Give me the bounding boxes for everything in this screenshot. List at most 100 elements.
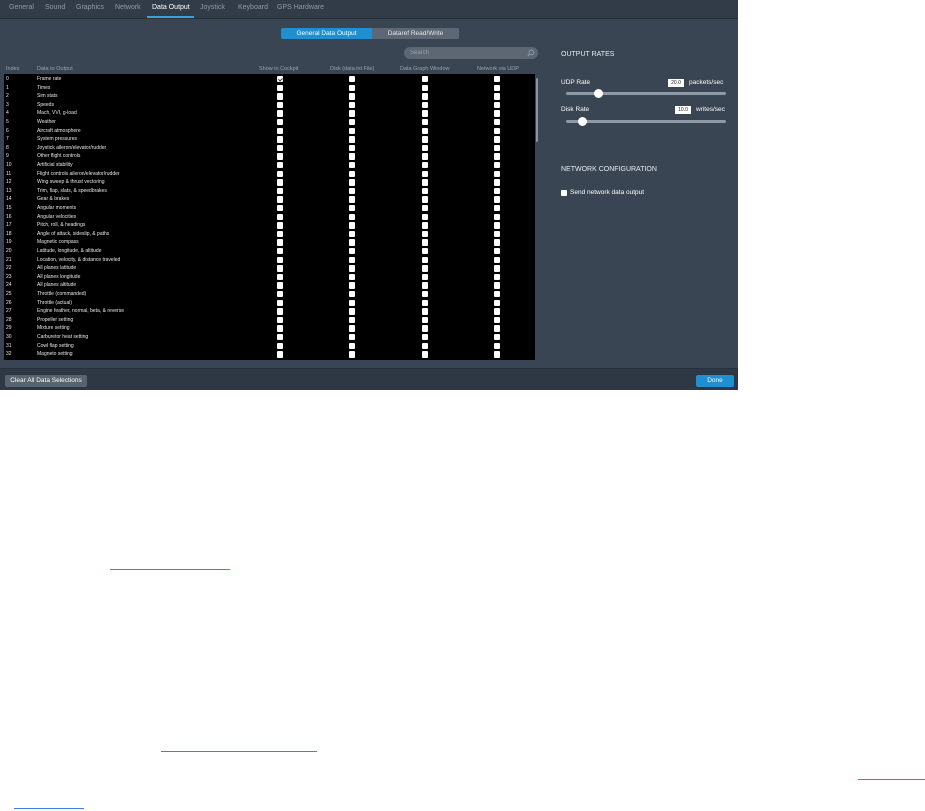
disk-checkbox[interactable] bbox=[349, 144, 355, 152]
cockpit-checkbox[interactable] bbox=[277, 187, 283, 195]
cockpit-checkbox[interactable] bbox=[277, 205, 283, 212]
udp-checkbox[interactable] bbox=[494, 170, 500, 177]
cockpit-checkbox[interactable] bbox=[277, 136, 283, 143]
graph-checkbox[interactable] bbox=[422, 316, 428, 324]
graph-checkbox[interactable] bbox=[422, 325, 428, 332]
graph-checkbox[interactable] bbox=[422, 222, 428, 229]
udp-checkbox[interactable] bbox=[494, 127, 500, 134]
send-network-data-checkbox[interactable] bbox=[561, 190, 567, 196]
disk-rate-slider-track[interactable] bbox=[566, 120, 726, 123]
udp-checkbox[interactable] bbox=[494, 308, 500, 315]
disk-checkbox[interactable] bbox=[349, 256, 355, 263]
disk-checkbox[interactable] bbox=[349, 299, 355, 306]
disk-checkbox[interactable] bbox=[349, 213, 355, 220]
disk-checkbox[interactable] bbox=[349, 248, 355, 255]
udp-checkbox[interactable] bbox=[494, 230, 500, 238]
search-input[interactable] bbox=[410, 47, 520, 59]
disk-checkbox[interactable] bbox=[349, 136, 355, 143]
disk-checkbox[interactable] bbox=[349, 101, 355, 109]
graph-checkbox[interactable] bbox=[422, 213, 428, 220]
graph-checkbox[interactable] bbox=[422, 273, 428, 281]
udp-checkbox[interactable] bbox=[494, 273, 500, 281]
graph-checkbox[interactable] bbox=[422, 351, 428, 358]
cockpit-checkbox[interactable] bbox=[277, 110, 283, 117]
tab-gps-hardware[interactable]: GPS Hardware bbox=[277, 4, 324, 11]
disk-checkbox[interactable] bbox=[349, 265, 355, 272]
udp-checkbox[interactable] bbox=[494, 136, 500, 143]
udp-checkbox[interactable] bbox=[494, 153, 500, 160]
tab-joystick[interactable]: Joystick bbox=[200, 4, 225, 11]
udp-checkbox[interactable] bbox=[494, 84, 500, 91]
disk-checkbox[interactable] bbox=[349, 239, 355, 246]
disk-checkbox[interactable] bbox=[349, 334, 355, 341]
tab-sound[interactable]: Sound bbox=[45, 4, 65, 11]
scrollbar-thumb[interactable] bbox=[536, 78, 538, 142]
disk-checkbox[interactable] bbox=[349, 196, 355, 203]
graph-checkbox[interactable] bbox=[422, 144, 428, 152]
graph-checkbox[interactable] bbox=[422, 196, 428, 203]
cockpit-checkbox[interactable] bbox=[277, 162, 283, 169]
graph-checkbox[interactable] bbox=[422, 282, 428, 289]
tab-data-output[interactable]: Data Output bbox=[152, 4, 190, 11]
udp-checkbox[interactable] bbox=[494, 196, 500, 203]
udp-rate-slider-track[interactable] bbox=[566, 92, 726, 95]
cockpit-checkbox[interactable] bbox=[277, 93, 283, 100]
udp-checkbox[interactable] bbox=[494, 291, 500, 298]
clear-all-data-selections-button[interactable]: Clear All Data Selections bbox=[5, 375, 87, 387]
cockpit-checkbox[interactable] bbox=[277, 291, 283, 298]
tab-graphics[interactable]: Graphics bbox=[76, 4, 104, 11]
disk-checkbox[interactable] bbox=[349, 179, 355, 186]
search-icon[interactable] bbox=[527, 49, 535, 57]
graph-checkbox[interactable] bbox=[422, 230, 428, 238]
disk-rate-value[interactable]: 10.0 bbox=[675, 106, 691, 114]
udp-checkbox[interactable] bbox=[494, 325, 500, 332]
graph-checkbox[interactable] bbox=[422, 291, 428, 298]
cockpit-checkbox[interactable] bbox=[277, 334, 283, 341]
udp-checkbox[interactable] bbox=[494, 213, 500, 220]
cockpit-checkbox[interactable] bbox=[277, 144, 283, 152]
disk-checkbox[interactable] bbox=[349, 187, 355, 195]
cockpit-checkbox[interactable] bbox=[277, 282, 283, 289]
disk-checkbox[interactable] bbox=[349, 351, 355, 358]
udp-checkbox[interactable] bbox=[494, 162, 500, 169]
link-underline[interactable] bbox=[161, 751, 317, 752]
udp-checkbox[interactable] bbox=[494, 282, 500, 289]
link-underline[interactable] bbox=[858, 779, 925, 780]
udp-checkbox[interactable] bbox=[494, 316, 500, 324]
udp-checkbox[interactable] bbox=[494, 239, 500, 246]
cockpit-checkbox[interactable] bbox=[277, 196, 283, 203]
graph-checkbox[interactable] bbox=[422, 308, 428, 315]
disk-checkbox[interactable] bbox=[349, 170, 355, 177]
graph-checkbox[interactable] bbox=[422, 239, 428, 246]
graph-checkbox[interactable] bbox=[422, 256, 428, 263]
cockpit-checkbox[interactable] bbox=[277, 308, 283, 315]
disk-checkbox[interactable] bbox=[349, 342, 355, 349]
disk-checkbox[interactable] bbox=[349, 162, 355, 169]
graph-checkbox[interactable] bbox=[422, 153, 428, 160]
disk-checkbox[interactable] bbox=[349, 205, 355, 212]
graph-checkbox[interactable] bbox=[422, 248, 428, 255]
disk-checkbox[interactable] bbox=[349, 291, 355, 298]
cockpit-checkbox[interactable] bbox=[277, 351, 283, 358]
cockpit-checkbox[interactable] bbox=[277, 316, 283, 324]
udp-rate-slider-knob[interactable] bbox=[593, 89, 603, 98]
cockpit-checkbox[interactable] bbox=[277, 119, 283, 126]
udp-checkbox[interactable] bbox=[494, 342, 500, 349]
list-scrollbar[interactable] bbox=[535, 74, 539, 360]
udp-checkbox[interactable] bbox=[494, 76, 500, 83]
cockpit-checkbox[interactable] bbox=[277, 101, 283, 109]
disk-rate-slider-knob[interactable] bbox=[577, 117, 587, 126]
udp-rate-value[interactable]: 20.0 bbox=[668, 79, 684, 87]
cockpit-checkbox[interactable] bbox=[277, 153, 283, 160]
udp-checkbox[interactable] bbox=[494, 93, 500, 100]
cockpit-checkbox[interactable] bbox=[277, 127, 283, 134]
graph-checkbox[interactable] bbox=[422, 93, 428, 100]
disk-checkbox[interactable] bbox=[349, 76, 355, 83]
cockpit-checkbox[interactable] bbox=[277, 170, 283, 177]
graph-checkbox[interactable] bbox=[422, 136, 428, 143]
graph-checkbox[interactable] bbox=[422, 342, 428, 349]
disk-checkbox[interactable] bbox=[349, 308, 355, 315]
disk-checkbox[interactable] bbox=[349, 110, 355, 117]
link-underline[interactable] bbox=[110, 569, 230, 570]
udp-checkbox[interactable] bbox=[494, 248, 500, 255]
